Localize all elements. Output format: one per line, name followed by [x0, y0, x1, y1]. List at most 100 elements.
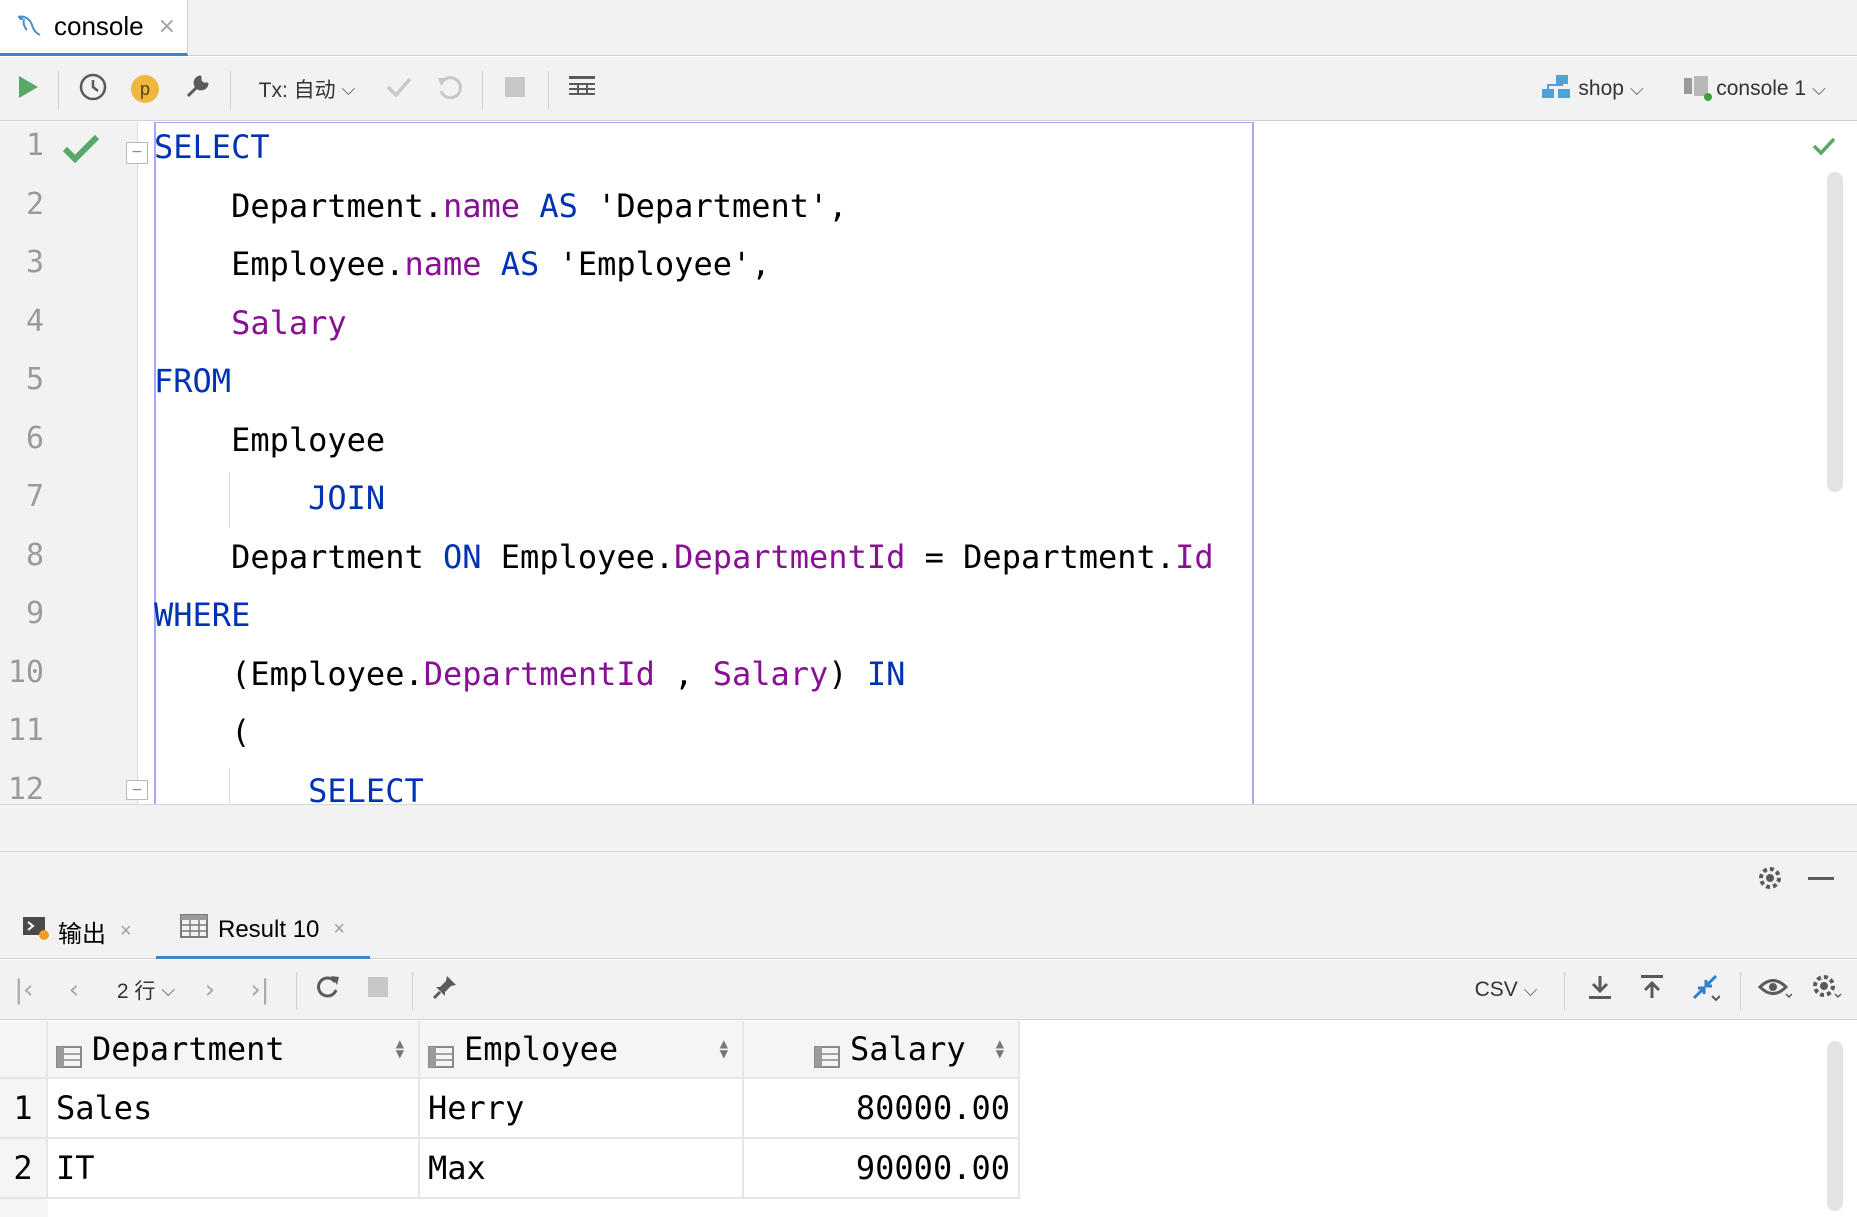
first-page-button[interactable]: |‹: [6, 960, 42, 1020]
code-line[interactable]: (Employee.DepartmentId , Salary) IN: [154, 655, 905, 693]
gear-icon[interactable]: [1756, 864, 1784, 896]
code-token: = Department.: [905, 537, 1176, 576]
output-layout-button[interactable]: [560, 57, 604, 121]
export-format-label: CSV: [1474, 978, 1518, 1001]
fold-marker-icon[interactable]: −: [126, 142, 148, 164]
code-line[interactable]: Employee.name AS 'Employee',: [154, 245, 770, 283]
panel-splitter[interactable]: [0, 804, 1857, 851]
column-header-department[interactable]: Department ▲ ▼: [48, 1021, 420, 1079]
code-line[interactable]: WHERE: [154, 596, 250, 634]
commit-button[interactable]: [378, 57, 420, 121]
tab-console[interactable]: console ×: [0, 0, 188, 56]
undo-icon: [435, 73, 463, 105]
code-line[interactable]: Employee: [154, 421, 385, 459]
table-cell[interactable]: IT: [48, 1139, 420, 1199]
view-options-button[interactable]: [1752, 960, 1798, 1020]
row-number[interactable]: 2: [0, 1139, 48, 1199]
table-cell[interactable]: Herry: [420, 1079, 744, 1139]
compare-button[interactable]: [1684, 960, 1726, 1020]
chevron-down-icon: ⌵: [161, 979, 176, 1001]
transaction-mode-dropdown[interactable]: Tx: 自动 ⌵: [252, 57, 362, 121]
clock-icon: [78, 72, 108, 106]
cancel-button[interactable]: [360, 960, 396, 1020]
sql-keyword: ON: [442, 537, 482, 576]
tab-output[interactable]: 输出 ×: [22, 903, 146, 959]
sort-icon[interactable]: ▲ ▼: [396, 1037, 404, 1061]
session-label: console 1: [1716, 77, 1807, 100]
code-line[interactable]: JOIN: [154, 479, 385, 517]
column-header-employee[interactable]: Employee ▲ ▼: [420, 1021, 744, 1079]
code-line[interactable]: SELECT: [154, 128, 270, 166]
row-count-dropdown[interactable]: 2 行 ⌵: [108, 960, 184, 1020]
reload-button[interactable]: [308, 960, 346, 1020]
pin-tab-button[interactable]: [426, 960, 464, 1020]
execute-button[interactable]: [8, 57, 48, 121]
services-header: [0, 851, 1857, 903]
column-header-salary[interactable]: Salary ▲ ▼: [744, 1021, 1020, 1079]
profile-badge-icon: p: [131, 75, 159, 103]
code-line[interactable]: Salary: [154, 304, 347, 342]
code-line[interactable]: Department.name AS 'Department',: [154, 187, 848, 225]
next-page-button[interactable]: ›: [192, 960, 228, 1020]
column-header-label: Employee: [464, 1030, 619, 1068]
close-icon[interactable]: ×: [120, 920, 132, 943]
history-button[interactable]: [72, 57, 114, 121]
result-settings-button[interactable]: [1804, 960, 1848, 1020]
result-grid[interactable]: Department ▲ ▼ Employee ▲ ▼ Salary ▲ ▼ 1 Sa…: [0, 1021, 1857, 1217]
code-token: Department.: [154, 186, 443, 225]
code-line[interactable]: Department ON Employee.DepartmentId = De…: [154, 538, 1214, 576]
sql-keyword: IN: [866, 654, 906, 693]
column-header-label: Salary: [850, 1030, 966, 1068]
sort-icon[interactable]: ▲ ▼: [996, 1037, 1004, 1061]
sql-editor[interactable]: − − 1 2 3 4 5 6 7 8 9 10 11 12 SELECT Department.nam…: [0, 122, 1857, 810]
schema-selector[interactable]: shop ⌵: [1532, 57, 1652, 121]
tab-result-label: Result 10: [218, 915, 320, 943]
tab-output-label: 输出: [58, 920, 106, 948]
table-icon: [180, 914, 208, 945]
row-number[interactable]: 1: [0, 1079, 48, 1139]
sql-identifier: Salary: [231, 303, 347, 342]
grid-corner[interactable]: [0, 1021, 48, 1079]
table-cell[interactable]: 80000.00: [744, 1079, 1020, 1139]
code-line[interactable]: (: [154, 713, 250, 751]
chevron-down-icon: ⌵: [1523, 979, 1538, 1001]
table-cell[interactable]: Max: [420, 1139, 744, 1199]
export-format-dropdown[interactable]: CSV ⌵: [1468, 960, 1544, 1020]
close-icon[interactable]: ×: [333, 918, 345, 941]
session-selector[interactable]: console 1 ⌵: [1672, 57, 1836, 121]
gear-icon: [1810, 972, 1842, 1009]
column-header-label: Department: [92, 1030, 285, 1068]
previous-page-button[interactable]: ‹: [56, 960, 92, 1020]
cancel-running-button[interactable]: [494, 57, 536, 121]
export-download-button[interactable]: [1580, 960, 1620, 1020]
chevron-down-icon: ⌵: [1812, 78, 1826, 100]
column-icon: [428, 1038, 454, 1068]
console-session-icon: [1682, 72, 1713, 106]
close-icon[interactable]: ×: [158, 14, 176, 39]
inspection-ok-icon: [1812, 136, 1836, 160]
tab-result-10[interactable]: Result 10 ×: [156, 903, 370, 959]
sql-keyword: AS: [520, 186, 578, 225]
stop-icon: [504, 76, 526, 102]
table-cell[interactable]: Sales: [48, 1079, 420, 1139]
last-page-button[interactable]: ›|: [242, 960, 278, 1020]
editor-scrollbar[interactable]: [1827, 172, 1843, 492]
fold-marker-icon[interactable]: −: [126, 780, 148, 800]
rollback-button[interactable]: [428, 57, 470, 121]
table-cell[interactable]: 90000.00: [744, 1139, 1020, 1199]
column-icon: [814, 1038, 840, 1068]
profile-button[interactable]: p: [124, 57, 166, 121]
schema-icon: [1540, 73, 1572, 105]
sql-keyword: JOIN: [308, 479, 386, 517]
import-upload-button[interactable]: [1632, 960, 1672, 1020]
minimize-icon[interactable]: [1808, 877, 1834, 880]
settings-wrench-button[interactable]: [176, 57, 218, 121]
grid-scrollbar[interactable]: [1827, 1041, 1843, 1211]
tx-mode-label: Tx: 自动: [258, 79, 336, 102]
table-layout-icon: [567, 74, 597, 104]
code-line[interactable]: FROM: [154, 362, 231, 400]
editor-tab-bar: console ×: [0, 0, 1857, 56]
sql-identifier: name: [442, 186, 521, 225]
sort-icon[interactable]: ▲ ▼: [720, 1037, 728, 1061]
